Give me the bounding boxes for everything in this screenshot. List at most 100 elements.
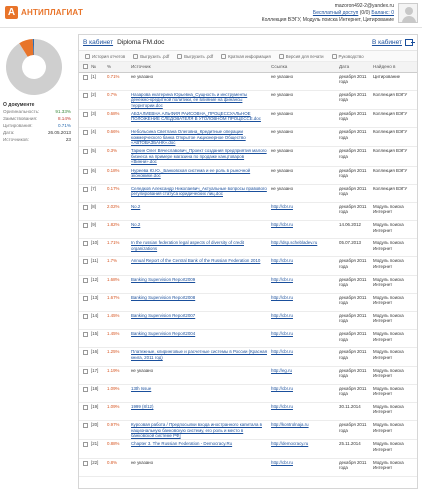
row-select-cell[interactable] [79,458,89,477]
row-checkbox[interactable] [83,241,88,247]
row-source[interactable]: АБЗАЛИЕВНА АЛЬФИЯ РАИСОВНА_ПРОЦЕССУАЛЬНО… [129,109,269,129]
row-checkbox[interactable] [83,168,88,174]
table-row[interactable]: [12] 1.68% Banking Supervision Report2009 h… [79,275,417,294]
table-row[interactable]: [9] 1.82% No.2 http://cbr.ru 14.06.2012 Модул… [79,220,417,240]
row-link[interactable]: http://cbr.ru [271,258,293,263]
row-link[interactable]: http://cbr.ru [271,313,293,318]
row-checkbox[interactable] [83,404,88,410]
row-source[interactable]: Banking Supervision Report2009 [129,275,269,294]
select-all-cell[interactable] [79,62,89,73]
table-row[interactable]: [10] 1.71% In the russian federation legal… [79,238,417,258]
row-source[interactable]: In the russian federation legal aspects … [129,238,269,258]
row-source[interactable]: 1999 (8/12) [129,402,269,422]
row-link[interactable]: http://cbr.ru [271,331,293,336]
row-checkbox[interactable] [83,111,88,117]
table-row[interactable]: [21] 0.88% Chapter 3. The Russian Federati… [79,439,417,459]
row-checkbox[interactable] [83,423,88,429]
row-source[interactable]: Назарова екатерина Юрьевна_Сущность и ин… [129,90,269,110]
toolbar-print-version[interactable]: Версия для печати [278,53,324,59]
balance-link[interactable]: Баланс: 0 [371,10,394,16]
row-source[interactable]: Селедков Александр Николаевич_Актуальные… [129,184,269,203]
row-checkbox[interactable] [83,386,88,392]
row-link[interactable]: http://cbr.ru [271,295,293,300]
toolbar-history-reports[interactable]: История отчетов [85,53,125,59]
row-source[interactable]: Таркин Олег Вячеславович_Проект создания… [129,146,269,167]
back-to-cabinet-link[interactable]: В кабинет [83,39,113,46]
table-row[interactable]: [16] 1.25% Платежные, клиринговые и расчет… [79,347,417,367]
table-row[interactable]: [14] 1.45% Banking Supervision Report2007 h… [79,311,417,331]
row-source[interactable]: Нуреева Ю.Ю._Банковская система и ее рол… [129,166,269,185]
row-checkbox[interactable] [83,92,88,98]
row-checkbox[interactable] [83,186,88,192]
row-select-cell[interactable] [79,184,89,203]
row-source[interactable]: Курсовая работа / Предпосылки входа инос… [129,420,269,441]
table-row[interactable]: [20] 0.97% Курсовая работа / Предпосылки в… [79,420,417,441]
row-link[interactable]: http://cbr.ru [271,460,293,465]
row-checkbox[interactable] [83,277,88,283]
row-link[interactable]: http://cbr.ru [271,386,293,391]
row-select-cell[interactable] [79,311,89,331]
row-select-cell[interactable] [79,275,89,294]
row-checkbox[interactable] [83,332,88,338]
row-checkbox[interactable] [83,442,88,448]
row-link[interactable]: http://cbr.ru [271,404,293,409]
toolbar-export-pdf-2[interactable]: Выгрузить .pdf [177,53,213,59]
row-link[interactable]: http://cbr.ru [271,349,293,354]
row-link[interactable]: http://cbr.ru [271,222,293,227]
row-select-cell[interactable] [79,347,89,367]
toolbar-export-pdf[interactable]: Выгрузить .pdf [133,53,169,59]
row-source[interactable]: 13th Issue [129,384,269,403]
row-checkbox[interactable] [83,204,88,210]
table-row[interactable]: [15] 1.45% Banking Supervision Report2004 h… [79,329,417,349]
table-row[interactable]: [22] 0.8% не указано http://cbr.ru декабря 2… [79,458,417,477]
table-row[interactable]: [2] 0.7% Назарова екатерина Юрьевна_Сущнос… [79,90,417,110]
select-all-checkbox[interactable] [83,64,88,70]
back-to-cabinet-link-right[interactable]: В кабинет [372,39,402,46]
row-source[interactable]: No.2 [129,220,269,240]
row-select-cell[interactable] [79,439,89,459]
table-row[interactable]: [3] 0.68% АБЗАЛИЕВНА АЛЬФИЯ РАИСОВНА_ПРОЦЕ… [79,109,417,129]
row-select-cell[interactable] [79,238,89,258]
row-link[interactable]: http://democracy.ru [271,441,308,446]
row-source[interactable]: Платежные, клиринговые и расчетные систе… [129,347,269,367]
table-row[interactable]: [19] 1.09% 1999 (8/12) http://cbr.ru 30.11.2… [79,402,417,422]
row-select-cell[interactable] [79,293,89,313]
toolbar-guide[interactable]: Руководство [331,53,364,59]
row-checkbox[interactable] [83,223,88,229]
row-source[interactable]: Небольсина Светлана Олеговна_Кредитные о… [129,127,269,148]
row-source[interactable]: Banking Supervision Report2007 [129,311,269,331]
table-row[interactable]: [17] 1.19% не указано http://eg.ru декабря 2… [79,366,417,385]
table-row[interactable]: [5] 0.3% Таркин Олег Вячеславович_Проект с… [79,146,417,167]
row-select-cell[interactable] [79,146,89,167]
row-select-cell[interactable] [79,202,89,222]
column-link[interactable]: Ссылка [269,62,337,73]
table-row[interactable]: [4] 0.66% Небольсина Светлана Олеговна_Кре… [79,127,417,148]
row-source[interactable]: Annual Report of the Central Bank of the… [129,256,269,276]
row-checkbox[interactable] [83,74,88,80]
row-select-cell[interactable] [79,256,89,276]
table-row[interactable]: [1] 0.71% не указано не указано декабря 2011… [79,72,417,91]
row-checkbox[interactable] [83,259,88,265]
row-select-cell[interactable] [79,109,89,129]
row-select-cell[interactable] [79,329,89,349]
column-number[interactable]: № [89,62,105,73]
row-checkbox[interactable] [83,130,88,136]
antiplagiat-logo[interactable]: А АНТИПЛАГИАТ [5,6,83,19]
row-link[interactable]: http://eg.ru [271,368,292,373]
table-row[interactable]: [6] 0.18% Нуреева Ю.Ю._Банковская система … [79,166,417,185]
row-checkbox[interactable] [83,368,88,374]
row-select-cell[interactable] [79,166,89,185]
row-select-cell[interactable] [79,72,89,91]
row-select-cell[interactable] [79,220,89,240]
exit-icon[interactable] [405,39,415,46]
row-select-cell[interactable] [79,127,89,148]
row-checkbox[interactable] [83,149,88,155]
table-row[interactable]: [13] 1.67% Banking Supervision Report2008 h… [79,293,417,313]
row-select-cell[interactable] [79,402,89,422]
free-access-link[interactable]: Бесплатный доступ [313,10,358,16]
avatar[interactable] [398,3,418,23]
column-date[interactable]: Дата [337,62,371,73]
toolbar-brief-info[interactable]: Краткая информация [221,53,271,59]
row-select-cell[interactable] [79,420,89,441]
row-checkbox[interactable] [83,350,88,356]
